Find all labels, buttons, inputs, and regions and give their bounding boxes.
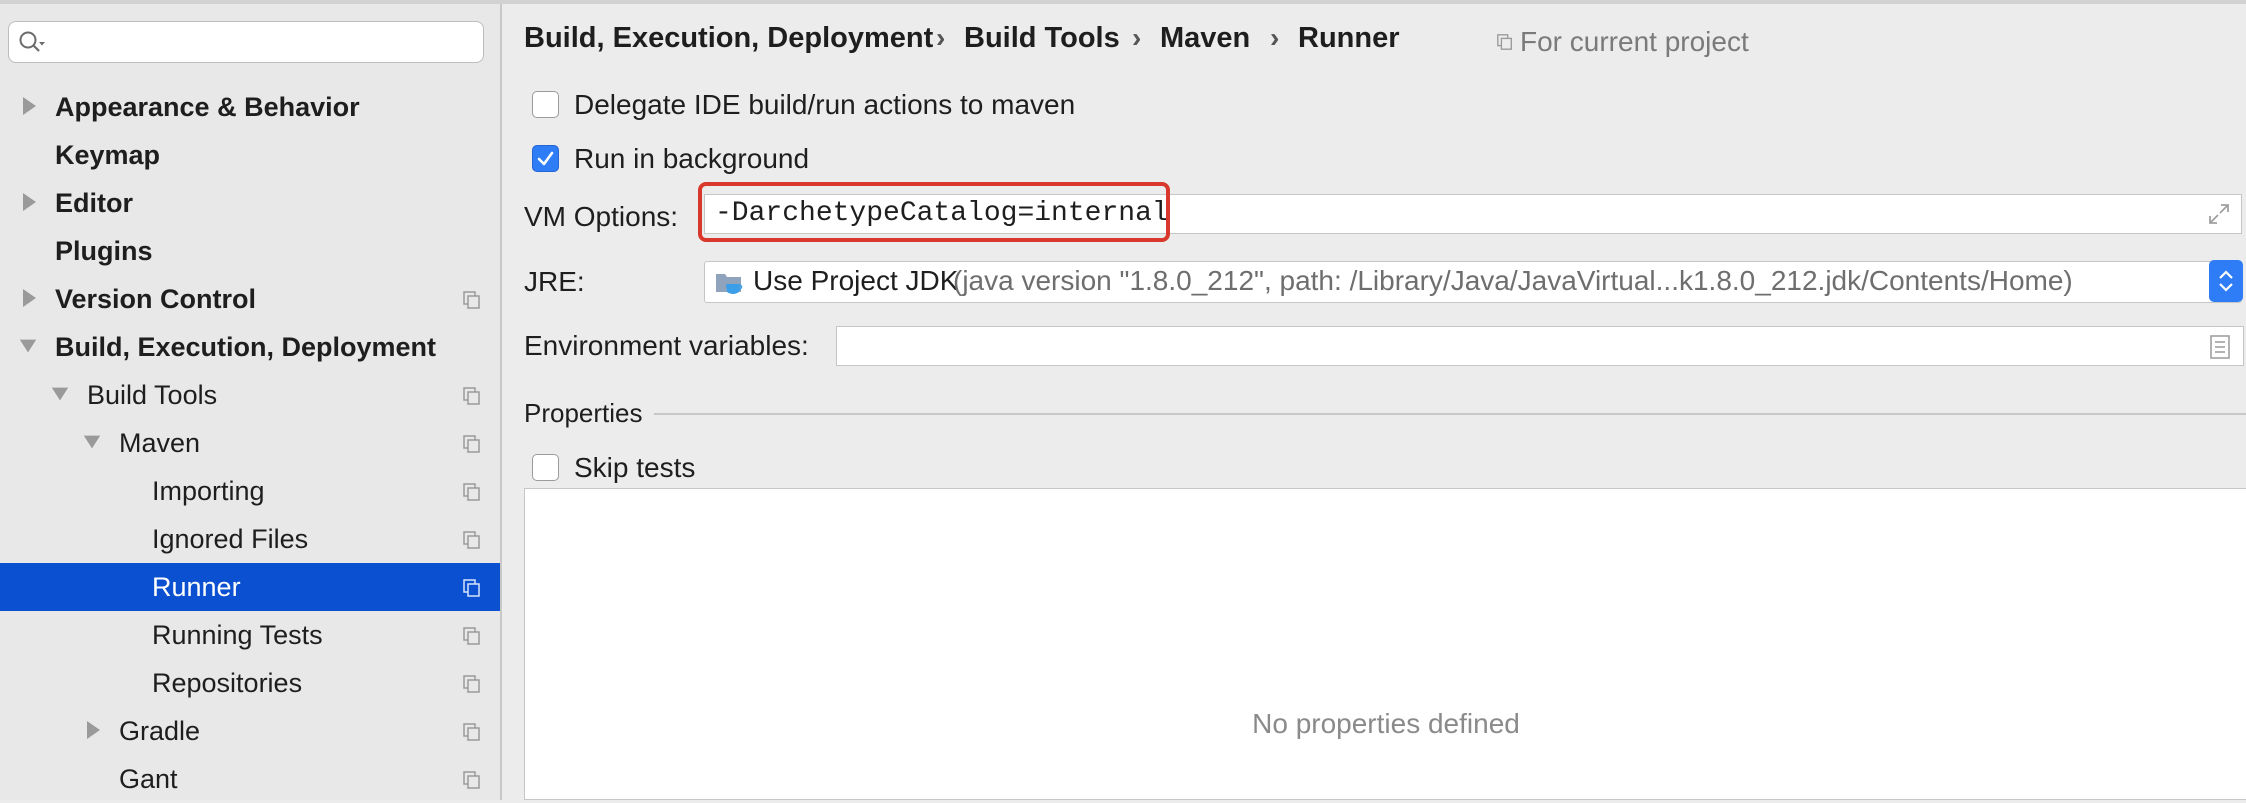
vm-options-label: VM Options: [524, 201, 679, 232]
breadcrumb-separator: › [1270, 22, 1280, 53]
tree-item-label: Editor [55, 188, 133, 218]
tree-item-runner[interactable]: Runner [0, 563, 500, 611]
tree-item-maven[interactable]: Maven [0, 419, 500, 467]
environment-variables-label: Environment variables: [524, 330, 809, 361]
collapse-arrow-icon[interactable] [18, 335, 38, 357]
tree-item-version-control[interactable]: Version Control [0, 275, 500, 323]
annotation-highlight-box [698, 182, 1170, 242]
expand-arrow-icon[interactable] [20, 287, 40, 309]
run-in-background-checkbox[interactable] [532, 145, 559, 172]
tree-item-label: Gant [119, 764, 178, 794]
tree-item-label: Build, Execution, Deployment [55, 332, 437, 362]
tree-item-plugins[interactable]: Plugins [0, 227, 500, 275]
jre-selected-value: Use Project JDK [753, 265, 959, 296]
collapse-arrow-icon[interactable] [82, 431, 102, 453]
breadcrumb-item-build-execution-deployment[interactable]: Build, Execution, Deployment [524, 21, 933, 55]
tree-item-label: Build Tools [87, 380, 218, 410]
scope-label: For current project [1520, 26, 1749, 57]
jre-label: JRE: [524, 266, 585, 297]
empty-properties-text: No properties defined [1252, 708, 1520, 739]
tree-item-label: Importing [152, 476, 265, 506]
tree-item-label: Keymap [55, 140, 161, 170]
tree-item-label: Version Control [55, 284, 257, 314]
project-scope-icon [463, 675, 480, 693]
tree-item-label: Ignored Files [152, 524, 309, 554]
project-scope-icon [463, 387, 480, 405]
checkmark-icon [537, 151, 554, 166]
tree-item-label: Plugins [55, 236, 153, 266]
expand-icon[interactable] [2207, 202, 2231, 226]
collapse-arrow-icon[interactable] [50, 383, 70, 405]
tree-item-build-tools[interactable]: Build Tools [0, 371, 500, 419]
tree-item-label: Maven [119, 428, 201, 458]
project-scope-icon [463, 723, 480, 741]
expand-arrow-icon[interactable] [20, 95, 40, 117]
browse-list-icon[interactable] [2209, 334, 2231, 360]
tree-item-label: Repositories [152, 668, 303, 698]
breadcrumb-item-runner: Runner [1298, 22, 1400, 54]
breadcrumb-separator: › [936, 22, 946, 53]
project-scope-icon [463, 291, 480, 309]
delegate-build-checkbox-row[interactable]: Delegate IDE build/run actions to maven [532, 88, 1732, 124]
search-input[interactable] [49, 26, 473, 58]
search-icon [19, 31, 45, 52]
breadcrumb-separator: › [1132, 22, 1142, 53]
delegate-build-checkbox[interactable] [532, 91, 559, 118]
project-scope-icon [1497, 34, 1512, 50]
tree-item-editor[interactable]: Editor [0, 179, 500, 227]
tree-item-importing[interactable]: Importing [0, 467, 500, 515]
tree-item-appearance-behavior[interactable]: Appearance & Behavior [0, 83, 500, 131]
jdk-folder-icon [716, 274, 743, 294]
tree-item-build-execution-deployment[interactable]: Build, Execution, Deployment [0, 323, 500, 371]
run-in-background-label[interactable]: Run in background [574, 142, 809, 176]
tree-item-ignored-files[interactable]: Ignored Files [0, 515, 500, 563]
tree-item-keymap[interactable]: Keymap [0, 131, 500, 179]
properties-table[interactable]: No properties defined [524, 488, 2246, 800]
settings-sidebar: Appearance & Behavior Keymap Editor Plug… [0, 4, 502, 800]
tree-item-label: Runner [152, 572, 241, 602]
tree-item-label: Gradle [119, 716, 201, 746]
breadcrumb-item-build-tools[interactable]: Build Tools [964, 21, 1120, 55]
tree-item-gant[interactable]: Gant [0, 755, 500, 803]
properties-divider [654, 413, 2246, 415]
run-in-background-checkbox-row[interactable]: Run in background [532, 142, 1732, 178]
tree-item-label: Running Tests [152, 620, 323, 650]
search-field[interactable] [8, 21, 484, 63]
skip-tests-checkbox[interactable] [532, 454, 559, 481]
delegate-build-label[interactable]: Delegate IDE build/run actions to maven [574, 88, 1075, 122]
tree-item-gradle[interactable]: Gradle [0, 707, 500, 755]
expand-arrow-icon[interactable] [20, 191, 40, 213]
jre-dropdown[interactable]: Use Project JDK (java version "1.8.0_212… [704, 260, 2243, 303]
project-scope-icon [463, 771, 480, 789]
project-scope-icon [463, 531, 480, 549]
tree-item-label: Appearance & Behavior [55, 92, 360, 122]
jre-detail-text: (java version "1.8.0_212", path: /Librar… [953, 265, 2073, 296]
dropdown-arrow-button[interactable] [2209, 260, 2243, 302]
properties-section-title: Properties [524, 398, 643, 428]
settings-content: Build, Execution, Deployment › Build Too… [502, 4, 2246, 800]
chevron-updown-icon [2219, 270, 2233, 292]
project-scope-icon [463, 435, 480, 453]
tree-item-running-tests[interactable]: Running Tests [0, 611, 500, 659]
tree-item-repositories[interactable]: Repositories [0, 659, 500, 707]
expand-arrow-icon[interactable] [84, 719, 104, 741]
project-scope-icon [463, 483, 480, 501]
project-scope-icon [463, 579, 480, 597]
skip-tests-label[interactable]: Skip tests [574, 451, 695, 485]
project-scope-icon [463, 627, 480, 645]
skip-tests-checkbox-row[interactable]: Skip tests [532, 451, 1732, 487]
environment-variables-field[interactable] [836, 326, 2244, 366]
breadcrumb-item-maven[interactable]: Maven [1160, 21, 1250, 55]
